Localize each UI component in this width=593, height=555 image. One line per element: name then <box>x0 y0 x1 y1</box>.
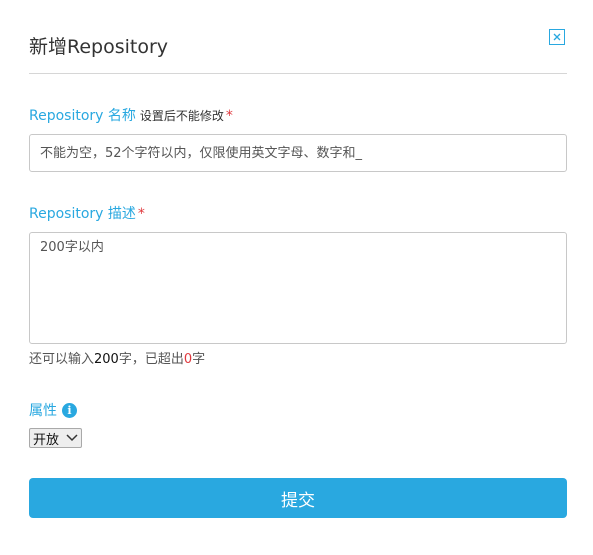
close-icon <box>553 33 561 41</box>
counter-exceeded: 0 <box>183 352 193 367</box>
repository-name-input[interactable] <box>29 134 567 172</box>
counter-suffix: 字 <box>192 352 206 367</box>
counter-remaining: 200 <box>94 352 119 367</box>
title-divider <box>29 73 567 74</box>
required-mark: * <box>225 108 233 124</box>
name-label-text: Repository 名称 <box>29 108 136 124</box>
attribute-label-text: 属性 <box>29 403 57 419</box>
desc-field-label: Repository 描述 * <box>29 203 145 223</box>
attribute-selected-value: 开放 <box>33 432 60 448</box>
name-field-label: Repository 名称 设置后不能修改 * <box>29 105 233 125</box>
name-hint: 设置后不能修改 <box>139 109 224 123</box>
info-icon[interactable]: i <box>62 402 77 418</box>
dialog-title: 新增Repository <box>29 36 169 58</box>
attribute-label: 属性 i <box>29 400 77 420</box>
counter-prefix: 还可以输入 <box>29 352 95 367</box>
required-mark: * <box>137 206 145 222</box>
char-counter: 还可以输入200字，已超出0字 <box>29 348 205 367</box>
chevron-down-icon <box>66 434 78 442</box>
desc-label-text: Repository 描述 <box>29 206 136 222</box>
attribute-select[interactable]: 开放 <box>29 428 82 448</box>
close-button[interactable] <box>549 29 565 45</box>
repository-description-input[interactable] <box>29 232 567 344</box>
counter-middle: 字，已超出 <box>118 352 184 367</box>
submit-button[interactable]: 提交 <box>29 478 567 518</box>
